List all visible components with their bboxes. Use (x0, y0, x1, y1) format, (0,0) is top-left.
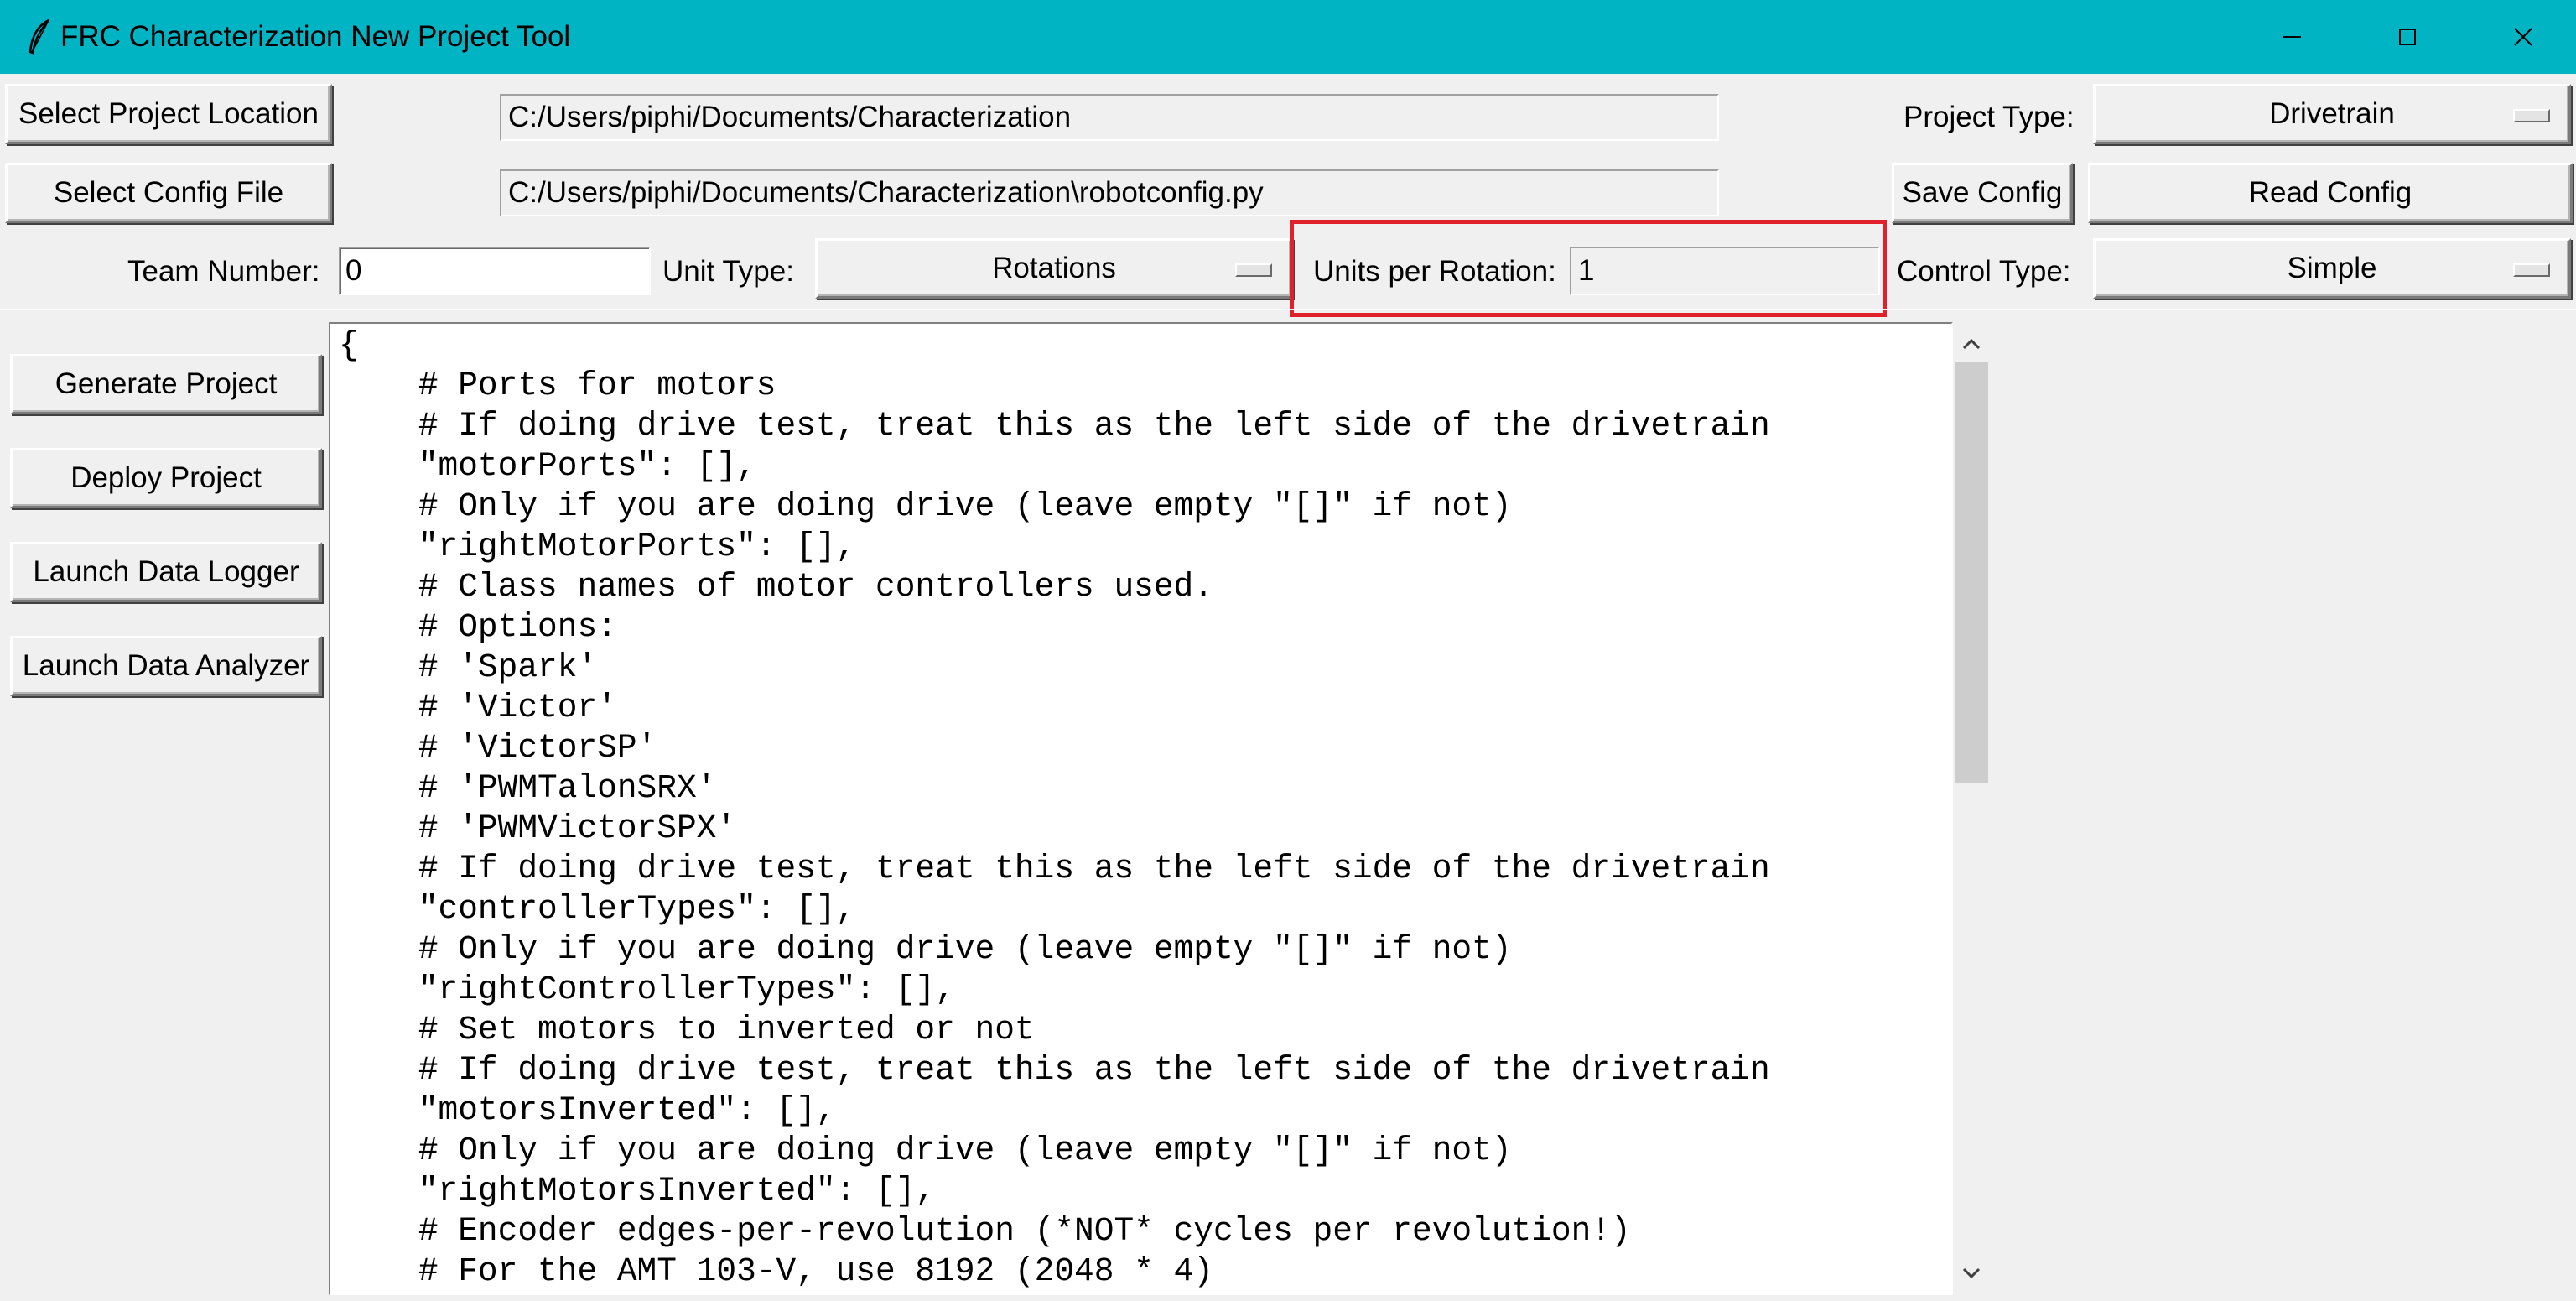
close-button[interactable] (2465, 0, 2576, 74)
dropdown-indicator-icon (1235, 263, 1272, 277)
highlight-box (1290, 220, 1887, 317)
maximize-button[interactable] (2350, 0, 2465, 74)
select-config-file-button[interactable]: Select Config File (5, 163, 332, 223)
scrollbar-thumb[interactable] (1955, 362, 1988, 783)
control-type-label: Control Type: (1897, 255, 2071, 288)
deploy-project-button[interactable]: Deploy Project (10, 448, 322, 508)
control-type-value: Simple (2287, 252, 2377, 284)
select-project-location-button[interactable]: Select Project Location (5, 84, 332, 144)
config-text: { # Ports for motors # If doing drive te… (339, 326, 1770, 1290)
dropdown-indicator-icon (2513, 263, 2550, 277)
window-title: FRC Characterization New Project Tool (60, 20, 571, 53)
team-number-input[interactable]: 0 (339, 247, 651, 295)
scroll-up-arrow-icon[interactable] (1953, 324, 1990, 364)
unit-type-dropdown[interactable]: Rotations (815, 238, 1293, 299)
dropdown-indicator-icon (2513, 109, 2550, 122)
generate-project-button[interactable]: Generate Project (10, 354, 322, 414)
project-type-dropdown[interactable]: Drivetrain (2093, 84, 2571, 144)
unit-type-label: Unit Type: (662, 255, 794, 288)
control-type-dropdown[interactable]: Simple (2093, 238, 2571, 299)
divider (0, 309, 2576, 310)
feather-icon (25, 18, 54, 55)
launch-data-analyzer-button[interactable]: Launch Data Analyzer (10, 636, 322, 696)
config-file-field[interactable]: C:/Users/piphi/Documents/Characterizatio… (500, 169, 1719, 216)
unit-type-value: Rotations (992, 252, 1116, 284)
minimize-button[interactable] (2234, 0, 2350, 74)
minimize-icon (2283, 36, 2301, 38)
project-type-value: Drivetrain (2269, 97, 2395, 130)
close-icon (2514, 28, 2532, 46)
config-text-area[interactable]: { # Ports for motors # If doing drive te… (329, 322, 1953, 1295)
read-config-button[interactable]: Read Config (2088, 163, 2573, 223)
team-number-label: Team Number: (127, 255, 320, 288)
scroll-down-arrow-icon[interactable] (1953, 1253, 1990, 1293)
launch-data-logger-button[interactable]: Launch Data Logger (10, 542, 322, 602)
project-location-field[interactable]: C:/Users/piphi/Documents/Characterizatio… (500, 94, 1719, 141)
project-type-label: Project Type: (1903, 101, 2075, 133)
save-config-button[interactable]: Save Config (1892, 163, 2073, 223)
maximize-icon (2399, 29, 2416, 45)
